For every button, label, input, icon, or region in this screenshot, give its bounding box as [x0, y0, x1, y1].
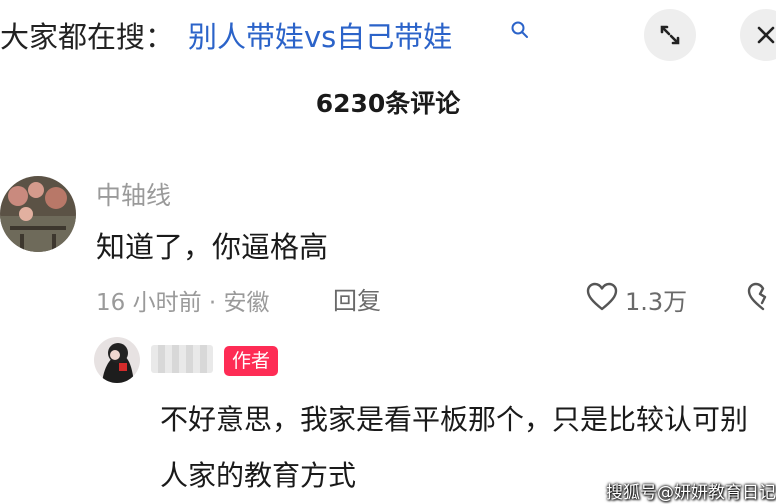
search-query-link[interactable]: 别人带娃vs自己带娃: [188, 14, 452, 56]
author-username-blurred[interactable]: [151, 345, 213, 373]
comment-count-title: 6230条评论: [315, 89, 461, 118]
heart-icon[interactable]: [586, 282, 618, 312]
search-icon[interactable]: [510, 20, 530, 40]
comment-text: 知道了，你逼格高: [96, 230, 329, 264]
commenter-avatar[interactable]: [0, 176, 76, 252]
watermark: 搜狐号@妍妍教育日记: [606, 483, 776, 503]
expand-button[interactable]: [644, 9, 696, 61]
commenter-username[interactable]: 中轴线: [96, 176, 171, 212]
author-badge: 作者: [224, 346, 279, 376]
broken-heart-icon[interactable]: [747, 282, 776, 312]
close-icon: [757, 26, 775, 44]
author-avatar[interactable]: [94, 337, 140, 383]
expand-icon: [660, 25, 680, 45]
comment-time-location: 16 小时前 · 安徽: [96, 290, 270, 316]
search-prefix: 大家都在搜：: [0, 20, 175, 54]
like-count: 1.3万: [625, 288, 688, 316]
reply-button[interactable]: 回复: [333, 281, 381, 316]
